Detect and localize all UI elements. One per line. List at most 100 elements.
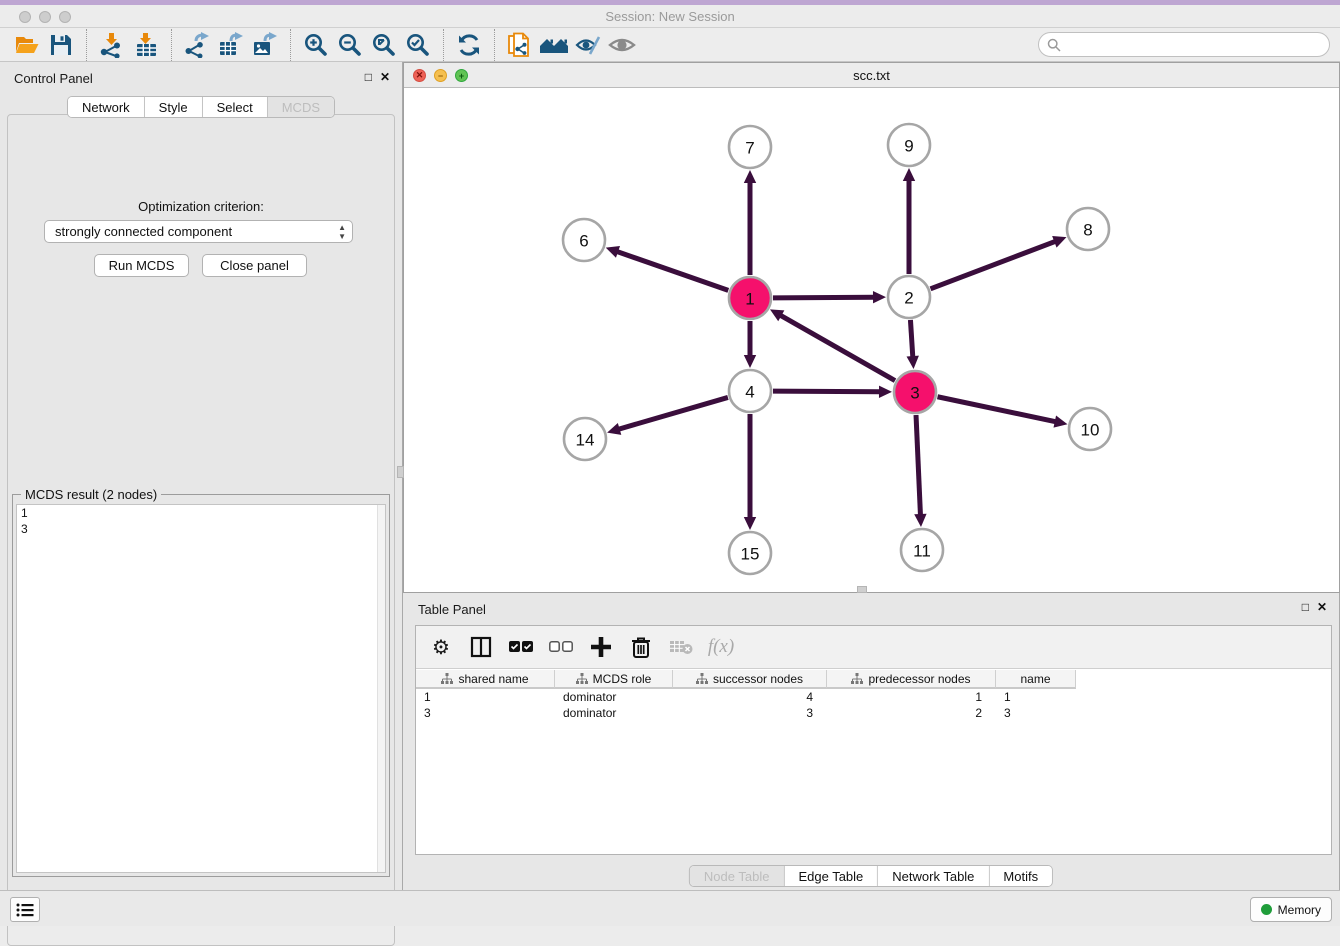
zoom-fit-icon[interactable] (367, 30, 401, 60)
show-columns-icon[interactable] (468, 634, 494, 660)
graph-edge[interactable] (910, 320, 912, 358)
tab-select[interactable]: Select (203, 97, 268, 117)
zoom-selected-icon[interactable] (401, 30, 435, 60)
graph-edge-arrowhead[interactable] (744, 355, 756, 368)
graph-node-label: 3 (910, 384, 919, 403)
graph-edge-arrowhead[interactable] (607, 423, 621, 435)
table-settings-gear-icon[interactable]: ⚙ (428, 634, 454, 660)
graph-edge-arrowhead[interactable] (907, 356, 919, 369)
mcds-result-item: 1 (17, 505, 385, 521)
control-panel-title: Control Panel (14, 71, 93, 86)
cell-mcds-role[interactable]: dominator (555, 705, 673, 721)
table-panel-tabs: Node Table Edge Table Network Table Moti… (689, 865, 1053, 887)
graph-edge[interactable] (780, 315, 895, 381)
cell-successor-nodes[interactable]: 3 (673, 705, 827, 721)
horizontal-splitter-handle[interactable] (857, 586, 867, 593)
vertical-splitter-handle[interactable] (397, 466, 404, 478)
graph-edge-arrowhead[interactable] (914, 514, 926, 527)
graph-edge[interactable] (773, 391, 881, 392)
network-graph[interactable]: 7968124314101511 (404, 88, 1339, 592)
export-table-icon[interactable] (214, 30, 248, 60)
birds-eye-icon[interactable] (605, 30, 639, 60)
graph-edge-arrowhead[interactable] (744, 517, 756, 530)
graph-edge[interactable] (938, 397, 1057, 422)
table-row[interactable]: 3 dominator 3 2 3 (416, 705, 1331, 721)
table-panel-title: Table Panel (418, 602, 486, 617)
tab-node-table[interactable]: Node Table (690, 866, 785, 886)
import-network-icon[interactable] (95, 30, 129, 60)
zoom-in-icon[interactable] (299, 30, 333, 60)
graph-edge-arrowhead[interactable] (744, 170, 756, 183)
cell-name[interactable]: 3 (996, 705, 1076, 721)
graph-node-label: 14 (576, 431, 595, 450)
tab-style[interactable]: Style (145, 97, 203, 117)
column-header-shared-name[interactable]: shared name (416, 670, 555, 689)
result-scrollbar[interactable] (377, 505, 385, 872)
tab-network[interactable]: Network (68, 97, 145, 117)
graph-edge[interactable] (618, 397, 728, 429)
search-field[interactable] (1038, 32, 1330, 57)
hide-selected-icon[interactable] (571, 30, 605, 60)
float-panel-icon[interactable]: □ (365, 70, 372, 84)
application-window: Session: New Session (0, 0, 1340, 926)
graph-edge[interactable] (916, 415, 920, 516)
tab-edge-table[interactable]: Edge Table (784, 866, 878, 886)
cell-mcds-role[interactable]: dominator (555, 689, 673, 705)
mcds-result-list[interactable]: 1 3 (16, 504, 386, 873)
export-network-icon[interactable] (180, 30, 214, 60)
titlebar: Session: New Session (0, 5, 1340, 28)
cell-name[interactable]: 1 (996, 689, 1076, 705)
refresh-layout-icon[interactable] (452, 30, 486, 60)
graph-edge[interactable] (616, 251, 728, 290)
close-panel-button[interactable]: Close panel (202, 254, 307, 277)
table-row[interactable]: 1 dominator 4 1 1 (416, 689, 1331, 705)
export-image-icon[interactable] (248, 30, 282, 60)
network-view-title: scc.txt (404, 68, 1339, 83)
control-panel-tabs: Network Style Select MCDS (67, 96, 335, 118)
function-builder-icon[interactable]: f(x) (708, 634, 734, 660)
select-all-columns-icon[interactable] (508, 634, 534, 660)
graph-edge-arrowhead[interactable] (873, 291, 886, 303)
tab-mcds[interactable]: MCDS (268, 97, 334, 117)
graph-edge-arrowhead[interactable] (1053, 415, 1067, 427)
hierarchy-icon (576, 673, 588, 685)
create-column-icon[interactable] (588, 634, 614, 660)
cell-predecessor-nodes[interactable]: 1 (827, 689, 996, 705)
open-session-icon[interactable] (10, 30, 44, 60)
criterion-select[interactable]: strongly connected component ▲▼ (44, 220, 353, 243)
toolbar-separator (443, 29, 444, 61)
import-table-icon[interactable] (129, 30, 163, 60)
memory-button[interactable]: Memory (1250, 897, 1332, 922)
zoom-out-icon[interactable] (333, 30, 367, 60)
save-session-icon[interactable] (44, 30, 78, 60)
column-header-name[interactable]: name (996, 670, 1076, 689)
network-window-titlebar[interactable]: ✕ − + scc.txt (404, 63, 1339, 88)
table-panel: Table Panel □ ✕ ⚙ (403, 593, 1340, 890)
column-header-successor-nodes[interactable]: successor nodes (673, 670, 827, 689)
cell-successor-nodes[interactable]: 4 (673, 689, 827, 705)
graph-edge-arrowhead[interactable] (903, 168, 915, 181)
cell-predecessor-nodes[interactable]: 2 (827, 705, 996, 721)
cell-shared-name[interactable]: 3 (416, 705, 555, 721)
delete-column-trash-icon[interactable] (628, 634, 654, 660)
cell-shared-name[interactable]: 1 (416, 689, 555, 705)
search-input[interactable] (1061, 35, 1329, 55)
graph-edge-arrowhead[interactable] (606, 246, 620, 258)
delete-table-icon[interactable] (668, 634, 694, 660)
deselect-all-columns-icon[interactable] (548, 634, 574, 660)
graph-edge[interactable] (773, 297, 875, 298)
tab-network-table[interactable]: Network Table (878, 866, 989, 886)
tab-motifs[interactable]: Motifs (989, 866, 1052, 886)
run-mcds-button[interactable]: Run MCDS (94, 254, 189, 277)
graph-edge[interactable] (931, 241, 1057, 289)
window-title: Session: New Session (0, 9, 1340, 24)
close-panel-icon[interactable]: ✕ (380, 70, 390, 84)
graph-edge-arrowhead[interactable] (879, 386, 892, 398)
first-neighbors-icon[interactable] (537, 30, 571, 60)
task-history-button[interactable] (10, 897, 40, 922)
column-header-predecessor-nodes[interactable]: predecessor nodes (827, 670, 996, 689)
close-table-panel-icon[interactable]: ✕ (1317, 600, 1327, 614)
float-table-panel-icon[interactable]: □ (1302, 600, 1309, 614)
clone-network-icon[interactable] (503, 30, 537, 60)
column-header-mcds-role[interactable]: MCDS role (555, 670, 673, 689)
